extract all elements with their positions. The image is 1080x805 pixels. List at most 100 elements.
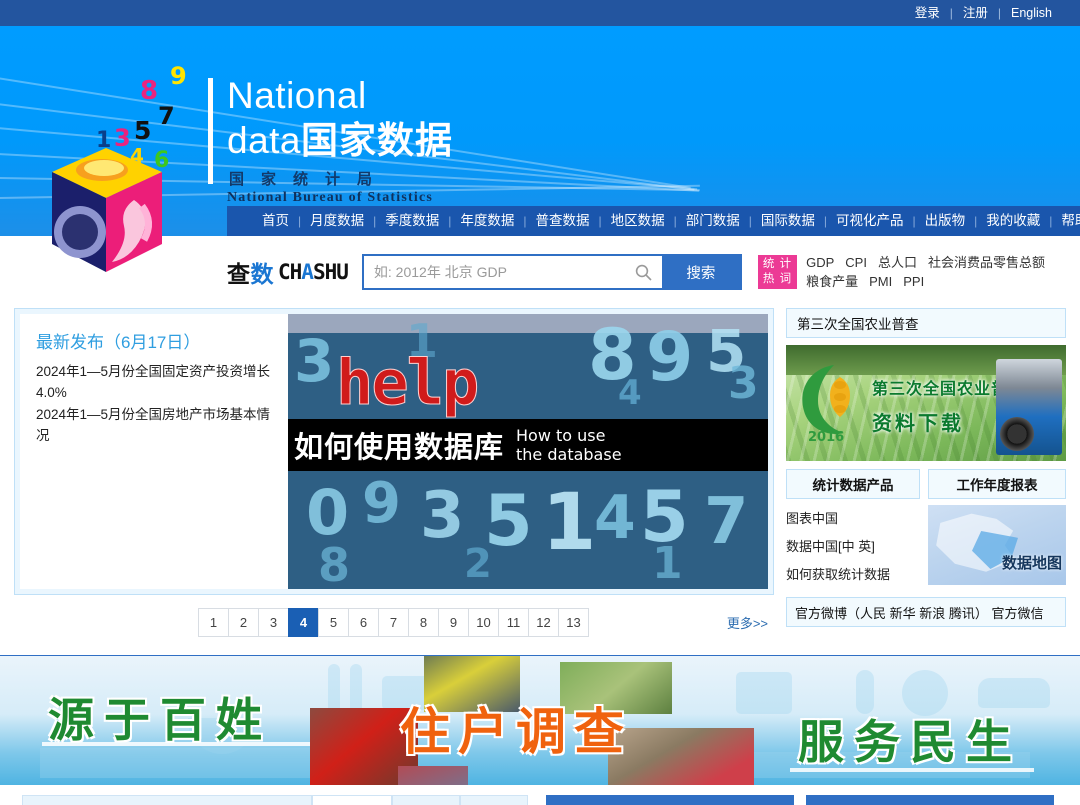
search-input[interactable]	[363, 256, 626, 288]
hot-keywords-badge: 统 计 热 词	[757, 255, 798, 289]
nav-item-census[interactable]: 普查数据	[527, 206, 599, 236]
svg-text:2016: 2016	[808, 430, 844, 445]
hotword-cpi[interactable]: CPI	[845, 255, 867, 270]
search-box: 搜索	[361, 254, 742, 290]
news-item-2[interactable]: 2024年1—5月份全国房地产市场基本情况	[36, 404, 272, 446]
more-link[interactable]: 更多>>	[727, 613, 768, 632]
nav-item-regional[interactable]: 地区数据	[602, 206, 674, 236]
hot-badge-line1: 统 计	[762, 258, 793, 270]
page-3[interactable]: 3	[258, 608, 289, 637]
photo-interview-1	[398, 766, 468, 785]
chashu-logo[interactable]: 查 数 CHASHU	[227, 255, 349, 289]
nav-item-favorites[interactable]: 我的收藏	[977, 206, 1049, 236]
page-12[interactable]: 12	[528, 608, 559, 637]
nav-item-home[interactable]: 首页	[253, 206, 298, 236]
nav-item-department[interactable]: 部门数据	[677, 206, 749, 236]
main-navigation: 首页 | 月度数据 | 季度数据 | 年度数据 | 普查数据 | 地区数据 | …	[227, 206, 1080, 236]
nav-item-international[interactable]: 国际数据	[752, 206, 824, 236]
page-7[interactable]: 7	[378, 608, 409, 637]
nav-item-publications[interactable]: 出版物	[916, 206, 975, 236]
page-5[interactable]: 5	[318, 608, 349, 637]
brand-line-national: National	[227, 75, 367, 116]
brand-agency-en: National Bureau of Statistics	[227, 190, 434, 205]
tile-annual-report[interactable]: 工作年度报表	[928, 469, 1066, 499]
banner-center-text: 住户调查	[400, 704, 632, 760]
page-10[interactable]: 10	[468, 608, 499, 637]
hot-row-1: GDP CPI 总人口 社会消费品零售总额	[806, 253, 1056, 272]
sidebar-link-data-china[interactable]: 数据中国[中 英]	[786, 533, 920, 561]
nav-item-annual[interactable]: 年度数据	[451, 206, 523, 236]
official-social-bar[interactable]: 官方微博（人民 新华 新浪 腾讯） 官方微信	[786, 597, 1066, 627]
tractor-photo	[996, 359, 1062, 455]
brand-line-data: data	[227, 120, 302, 161]
hotword-population[interactable]: 总人口	[878, 255, 917, 270]
bottom-panel-5[interactable]	[546, 795, 794, 805]
news-item-1[interactable]: 2024年1—5月份全国固定资产投资增长4.0%	[36, 361, 272, 403]
brand-line-cn: 国家数据	[301, 120, 454, 161]
bottom-panel-1[interactable]	[22, 795, 312, 805]
tile-statistical-products[interactable]: 统计数据产品	[786, 469, 920, 499]
silhouette-skyline	[40, 748, 330, 778]
sidebar-link-list: 图表中国 数据中国[中 英] 如何获取统计数据	[786, 505, 920, 589]
bottom-panel-4[interactable]	[460, 795, 528, 805]
nav-item-help[interactable]: 帮助	[1052, 206, 1080, 236]
banner-left-text: 源于百姓	[48, 694, 272, 746]
carousel-help-text: help	[335, 346, 479, 420]
census-panel-header[interactable]: 第三次全国农业普查	[786, 308, 1066, 338]
official-social-text[interactable]: 官方微博（人民 新华 新浪 腾讯） 官方微信	[795, 603, 1043, 622]
brand-wordmark: National data国家数据 国家统计局 National Bureau …	[208, 74, 453, 206]
top-utility-bar: 登录 | 注册 | English	[0, 0, 1080, 26]
household-survey-banner[interactable]: 源于百姓 住户调查 服务民生	[0, 655, 1080, 785]
page-2[interactable]: 2	[228, 608, 259, 637]
nav-item-monthly[interactable]: 月度数据	[301, 206, 373, 236]
left-column: 最新发布（6月17日） 2024年1—5月份全国固定资产投资增长4.0% 202…	[14, 308, 774, 645]
hotword-ppi[interactable]: PPI	[903, 274, 924, 289]
page-1[interactable]: 1	[198, 608, 229, 637]
data-products-column: 统计数据产品 图表中国 数据中国[中 英] 如何获取统计数据	[786, 469, 920, 589]
data-map-thumbnail[interactable]: 数据地图	[928, 505, 1066, 585]
latest-release-title: 最新发布（6月17日）	[36, 333, 201, 352]
search-icon[interactable]	[625, 256, 662, 288]
main-content: 最新发布（6月17日） 2024年1—5月份全国固定资产投资增长4.0% 202…	[0, 308, 1080, 645]
bottom-panel-6[interactable]	[806, 795, 1054, 805]
carousel-caption-en-2: the database	[516, 445, 622, 464]
sidebar-link-how-to-get-data[interactable]: 如何获取统计数据	[786, 561, 920, 589]
page-13[interactable]: 13	[558, 608, 589, 637]
carousel-slide[interactable]: 3 8 9 5 3 4 1 0 9 3 5 1 4 5 7 8 2 1 help…	[288, 314, 768, 589]
hot-keywords: 统 计 热 词 GDP CPI 总人口 社会消费品零售总额 粮食产量 PMI PPI	[757, 253, 1056, 291]
right-sidebar: 第三次全国农业普查 2016 第三次全国农业普查 资料下载 统计数据产品 图表中…	[786, 308, 1066, 645]
nav-item-quarterly[interactable]: 季度数据	[376, 206, 448, 236]
chashu-shu: 数	[250, 262, 274, 288]
hotword-pmi[interactable]: PMI	[869, 274, 892, 289]
below-fold-panels	[0, 795, 1080, 805]
banner-right-underline	[790, 768, 1034, 772]
hot-row-2: 粮食产量 PMI PPI	[806, 272, 1056, 291]
silhouette-car	[978, 678, 1050, 708]
register-link[interactable]: 注册	[953, 0, 998, 26]
annual-report-column: 工作年度报表 数据地图	[928, 469, 1066, 589]
data-map-label: 数据地图	[1001, 555, 1062, 572]
login-link[interactable]: 登录	[905, 0, 950, 26]
bottom-panel-3[interactable]	[392, 795, 460, 805]
hotword-grain[interactable]: 粮食产量	[806, 274, 858, 289]
page-8[interactable]: 8	[408, 608, 439, 637]
census-banner[interactable]: 2016 第三次全国农业普查 资料下载	[786, 345, 1066, 461]
page-6[interactable]: 6	[348, 608, 379, 637]
page-9[interactable]: 9	[438, 608, 469, 637]
sidebar-link-charts-china[interactable]: 图表中国	[786, 505, 920, 533]
page-4[interactable]: 4	[288, 608, 319, 637]
carousel-caption-cn: 如何使用数据库	[294, 432, 505, 464]
census-emblem-icon: 2016	[794, 361, 872, 445]
hotword-gdp[interactable]: GDP	[806, 255, 834, 270]
nav-item-visualization[interactable]: 可视化产品	[827, 206, 913, 236]
search-button[interactable]: 搜索	[661, 256, 740, 288]
bottom-panel-2[interactable]	[312, 795, 392, 805]
english-link[interactable]: English	[1001, 0, 1062, 26]
chashu-latin: CHASHU	[278, 260, 349, 284]
carousel-caption-en-1: How to use	[516, 426, 606, 445]
latest-release-block: 最新发布（6月17日） 2024年1—5月份全国固定资产投资增长4.0% 202…	[20, 314, 288, 589]
page-11[interactable]: 11	[498, 608, 529, 637]
brand-agency-cn: 国家统计局	[229, 171, 390, 188]
hotword-retail[interactable]: 社会消费品零售总额	[928, 255, 1045, 270]
nbs-logo-cube[interactable]	[42, 144, 170, 284]
